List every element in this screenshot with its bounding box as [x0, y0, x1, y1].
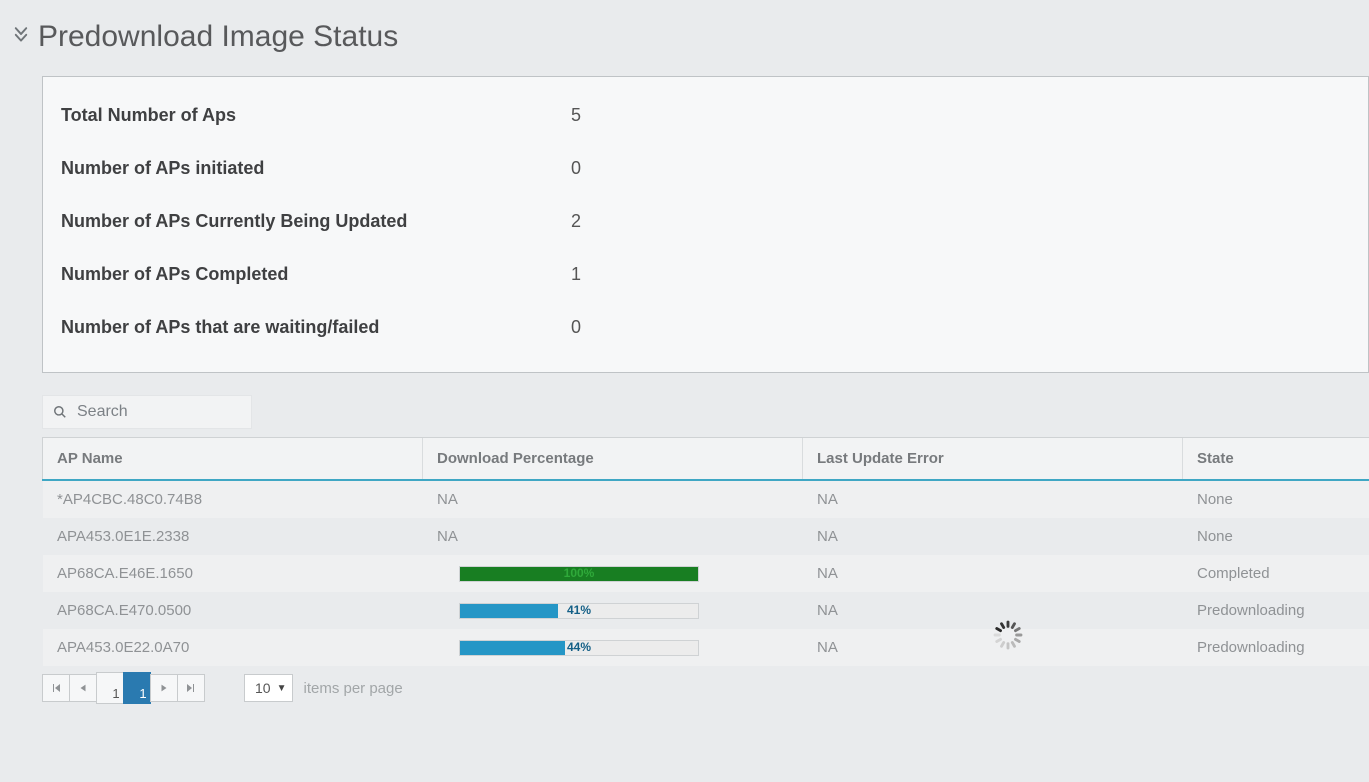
cell-ap-name: AP68CA.E46E.1650 [43, 555, 423, 592]
summary-value: 0 [571, 158, 1350, 179]
items-per-page-label: items per page [303, 680, 402, 697]
progress-label: 100% [460, 566, 698, 580]
table-row[interactable]: APA453.0E22.0A70 44% NAPredownloading [43, 629, 1369, 666]
cell-download-pct: 44% [423, 629, 803, 666]
table-row[interactable]: *AP4CBC.48C0.74B8NANANone [43, 480, 1369, 518]
table-row[interactable]: APA453.0E1E.2338NANANone [43, 518, 1369, 555]
cell-ap-name: APA453.0E1E.2338 [43, 518, 423, 555]
summary-value: 5 [571, 105, 1350, 126]
cell-ap-name: *AP4CBC.48C0.74B8 [43, 480, 423, 518]
cell-last-error: NA [803, 592, 1183, 629]
cell-state: None [1183, 518, 1369, 555]
cell-download-pct: NA [423, 518, 803, 555]
summary-value: 1 [571, 264, 1350, 285]
cell-state: None [1183, 480, 1369, 518]
chevron-double-down-icon [12, 25, 30, 49]
summary-value: 2 [571, 211, 1350, 232]
column-header-state[interactable]: State [1183, 438, 1369, 481]
cell-download-pct: 100% [423, 555, 803, 592]
table-row[interactable]: AP68CA.E46E.1650 100% NACompleted [43, 555, 1369, 592]
page-title: Predownload Image Status [38, 20, 398, 54]
summary-label: Number of APs that are waiting/failed [61, 317, 571, 338]
pager-page-button[interactable]: 1 [96, 672, 124, 704]
page-size-value: 10 [255, 680, 271, 696]
cell-state: Predownloading [1183, 592, 1369, 629]
progress-bar: 100% [459, 566, 699, 582]
summary-panel: Total Number of Aps5 Number of APs initia… [42, 76, 1369, 373]
cell-download-pct: 41% [423, 592, 803, 629]
summary-label: Total Number of Aps [61, 105, 571, 126]
cell-ap-name: APA453.0E22.0A70 [43, 629, 423, 666]
cell-last-error: NA [803, 555, 1183, 592]
search-input-wrapper[interactable] [42, 395, 252, 429]
search-icon [53, 405, 67, 419]
cell-state: Completed [1183, 555, 1369, 592]
cell-last-error: NA [803, 480, 1183, 518]
summary-label: Number of APs Completed [61, 264, 571, 285]
progress-label: 41% [460, 603, 698, 617]
page-size-select[interactable]: 10 ▼ [244, 674, 293, 702]
cell-state: Predownloading [1183, 629, 1369, 666]
progress-bar: 44% [459, 640, 699, 656]
summary-label: Number of APs initiated [61, 158, 571, 179]
pagination: 11 10 ▼ items per page [42, 672, 1369, 704]
pager-prev-button[interactable] [69, 674, 97, 702]
column-header-last-error[interactable]: Last Update Error [803, 438, 1183, 481]
summary-label: Number of APs Currently Being Updated [61, 211, 571, 232]
dropdown-icon: ▼ [277, 683, 287, 694]
pager-page-button[interactable]: 1 [123, 672, 151, 704]
pager-next-button[interactable] [150, 674, 178, 702]
pager-first-button[interactable] [42, 674, 70, 702]
table-row[interactable]: AP68CA.E470.0500 41% NAPredownloading [43, 592, 1369, 629]
cell-last-error: NA [803, 629, 1183, 666]
cell-last-error: NA [803, 518, 1183, 555]
progress-label: 44% [460, 640, 698, 654]
pager-last-button[interactable] [177, 674, 205, 702]
column-header-download-pct[interactable]: Download Percentage [423, 438, 803, 481]
cell-download-pct: NA [423, 480, 803, 518]
search-input[interactable] [75, 402, 225, 422]
summary-value: 0 [571, 317, 1350, 338]
ap-status-table: AP Name Download Percentage Last Update … [42, 437, 1369, 666]
section-header[interactable]: Predownload Image Status [12, 20, 1369, 54]
cell-ap-name: AP68CA.E470.0500 [43, 592, 423, 629]
column-header-ap-name[interactable]: AP Name [43, 438, 423, 481]
progress-bar: 41% [459, 603, 699, 619]
